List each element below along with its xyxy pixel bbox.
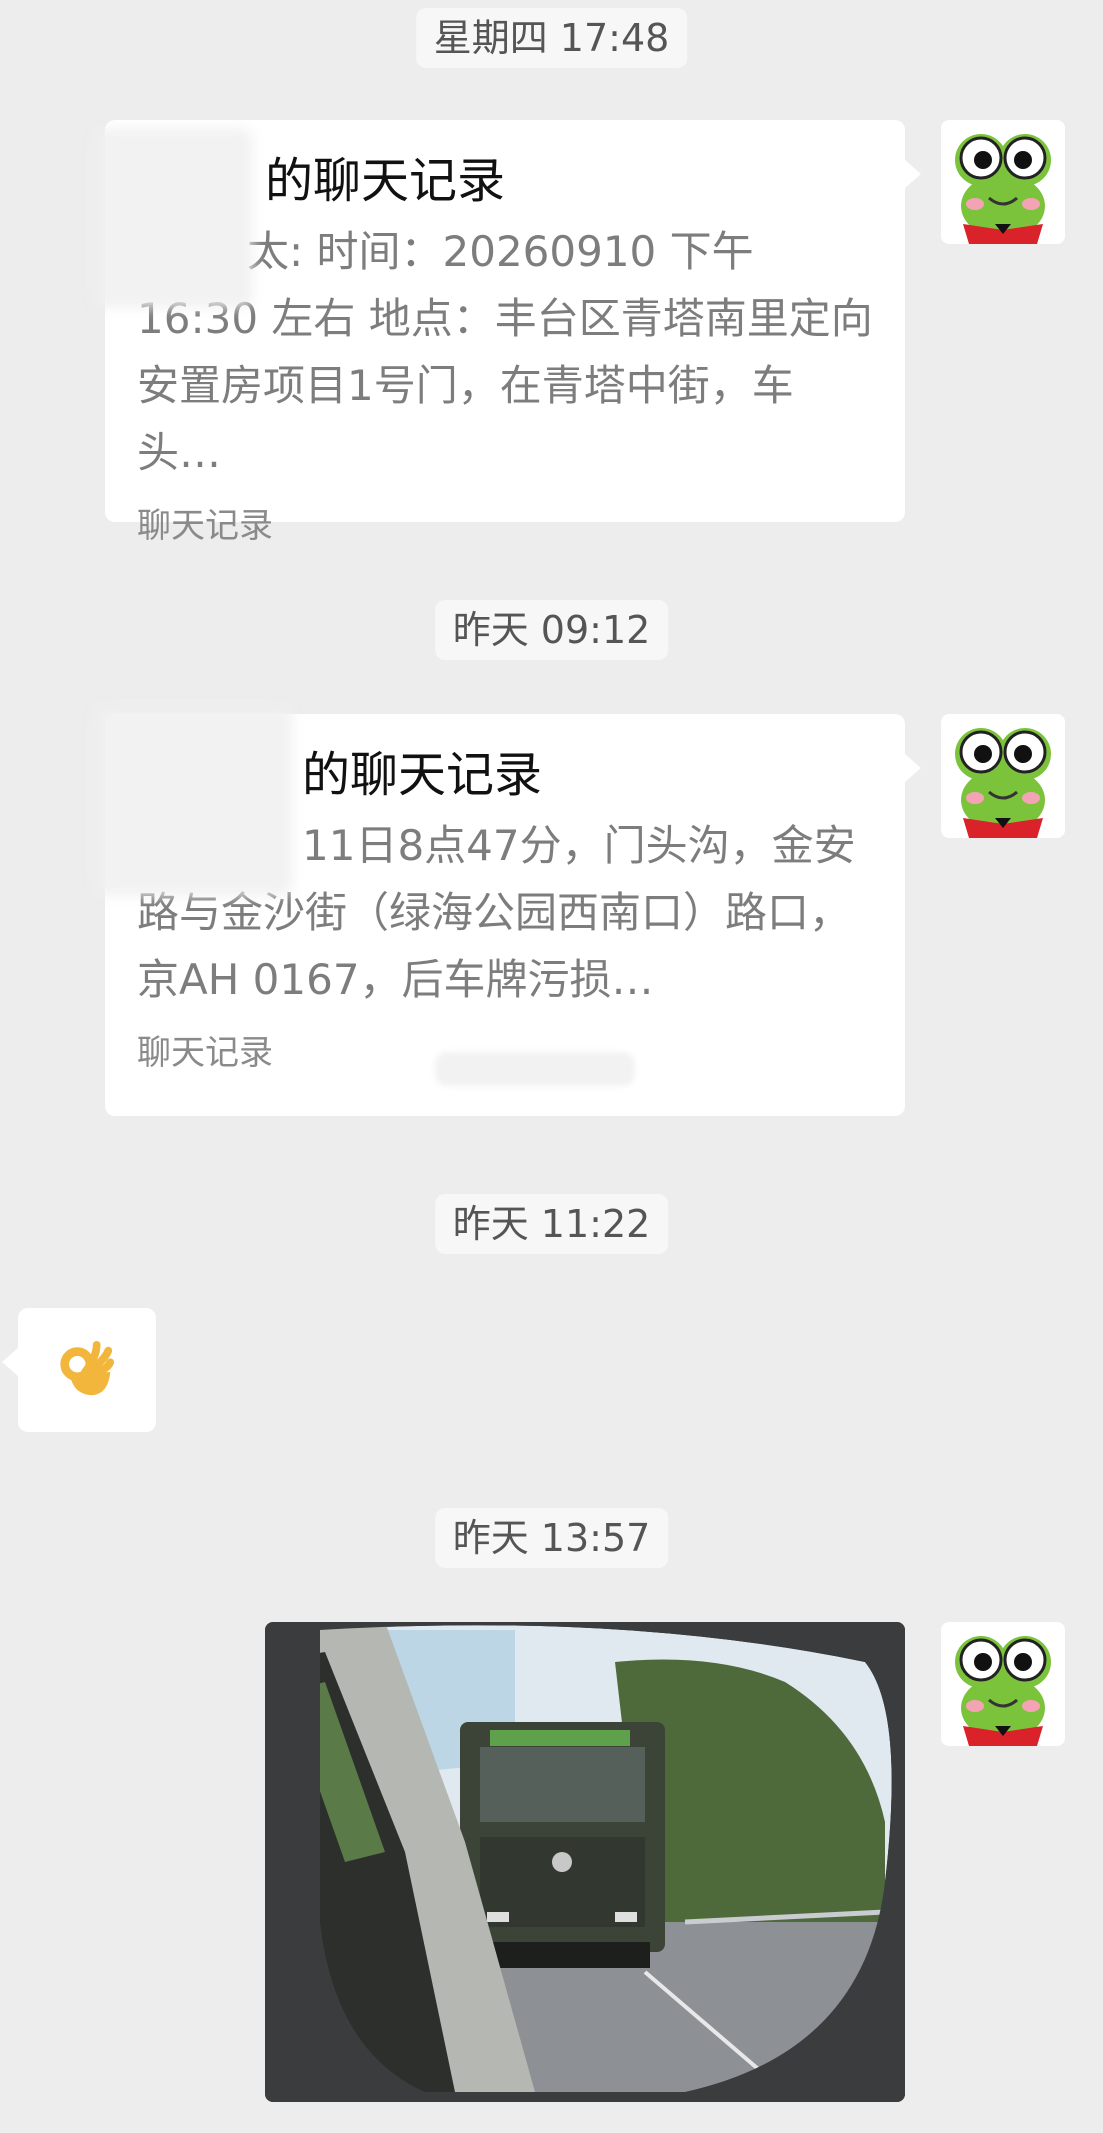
timestamp: 昨天 11:22 — [434, 1194, 669, 1254]
emoji-message-bubble[interactable] — [2, 1308, 156, 1432]
timestamp: 星期四 17:48 — [415, 8, 688, 68]
chat-history-card[interactable]: 的聊天记录 11日8点47分，门头沟，金安路与金沙街（绿海公园西南口）路口，京A… — [93, 706, 921, 1116]
frog-avatar-icon[interactable] — [941, 1622, 1065, 1746]
chat-history-card[interactable]: 的聊天记录 太: 时间：20260910 下午 16:30 左右 地点：丰台区青… — [93, 120, 921, 546]
photo-message[interactable] — [265, 1622, 905, 2102]
card-footer-label: 聊天记录 — [137, 506, 273, 546]
timestamp: 昨天 09:12 — [434, 600, 669, 660]
redacted-name — [93, 128, 253, 308]
frog-avatar-icon[interactable] — [941, 120, 1065, 244]
redacted-name — [93, 706, 293, 896]
timestamp: 昨天 13:57 — [434, 1508, 669, 1568]
frog-avatar-icon[interactable] — [941, 714, 1065, 838]
ok-hand-icon — [60, 1340, 115, 1396]
redacted-text — [435, 1052, 635, 1086]
